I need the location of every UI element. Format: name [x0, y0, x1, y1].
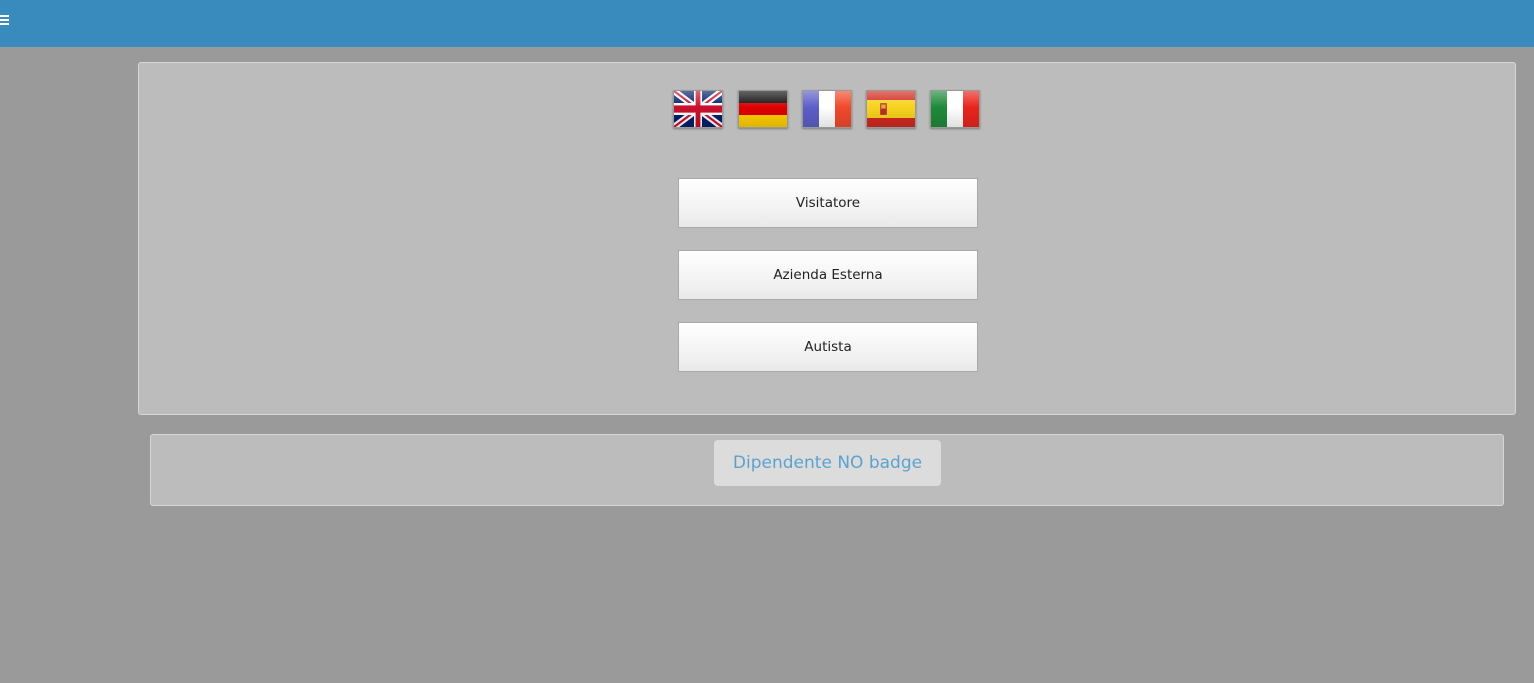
main-panel: Visitatore Azienda Esterna Autista: [138, 62, 1516, 415]
france-flag-icon[interactable]: [802, 90, 852, 128]
italy-flag-icon[interactable]: [930, 90, 980, 128]
visitor-button[interactable]: Visitatore: [678, 178, 978, 228]
employee-panel: Dipendente NO badge: [150, 434, 1504, 506]
germany-flag-icon[interactable]: [738, 90, 788, 128]
driver-button[interactable]: Autista: [678, 322, 978, 372]
hamburger-menu-icon[interactable]: [0, 15, 10, 27]
uk-flag-icon[interactable]: [673, 90, 723, 128]
top-bar: [0, 0, 1534, 47]
external-company-button[interactable]: Azienda Esterna: [678, 250, 978, 300]
employee-no-badge-button[interactable]: Dipendente NO badge: [714, 440, 941, 486]
spain-flag-icon[interactable]: [866, 90, 916, 128]
language-selector: [673, 90, 983, 129]
